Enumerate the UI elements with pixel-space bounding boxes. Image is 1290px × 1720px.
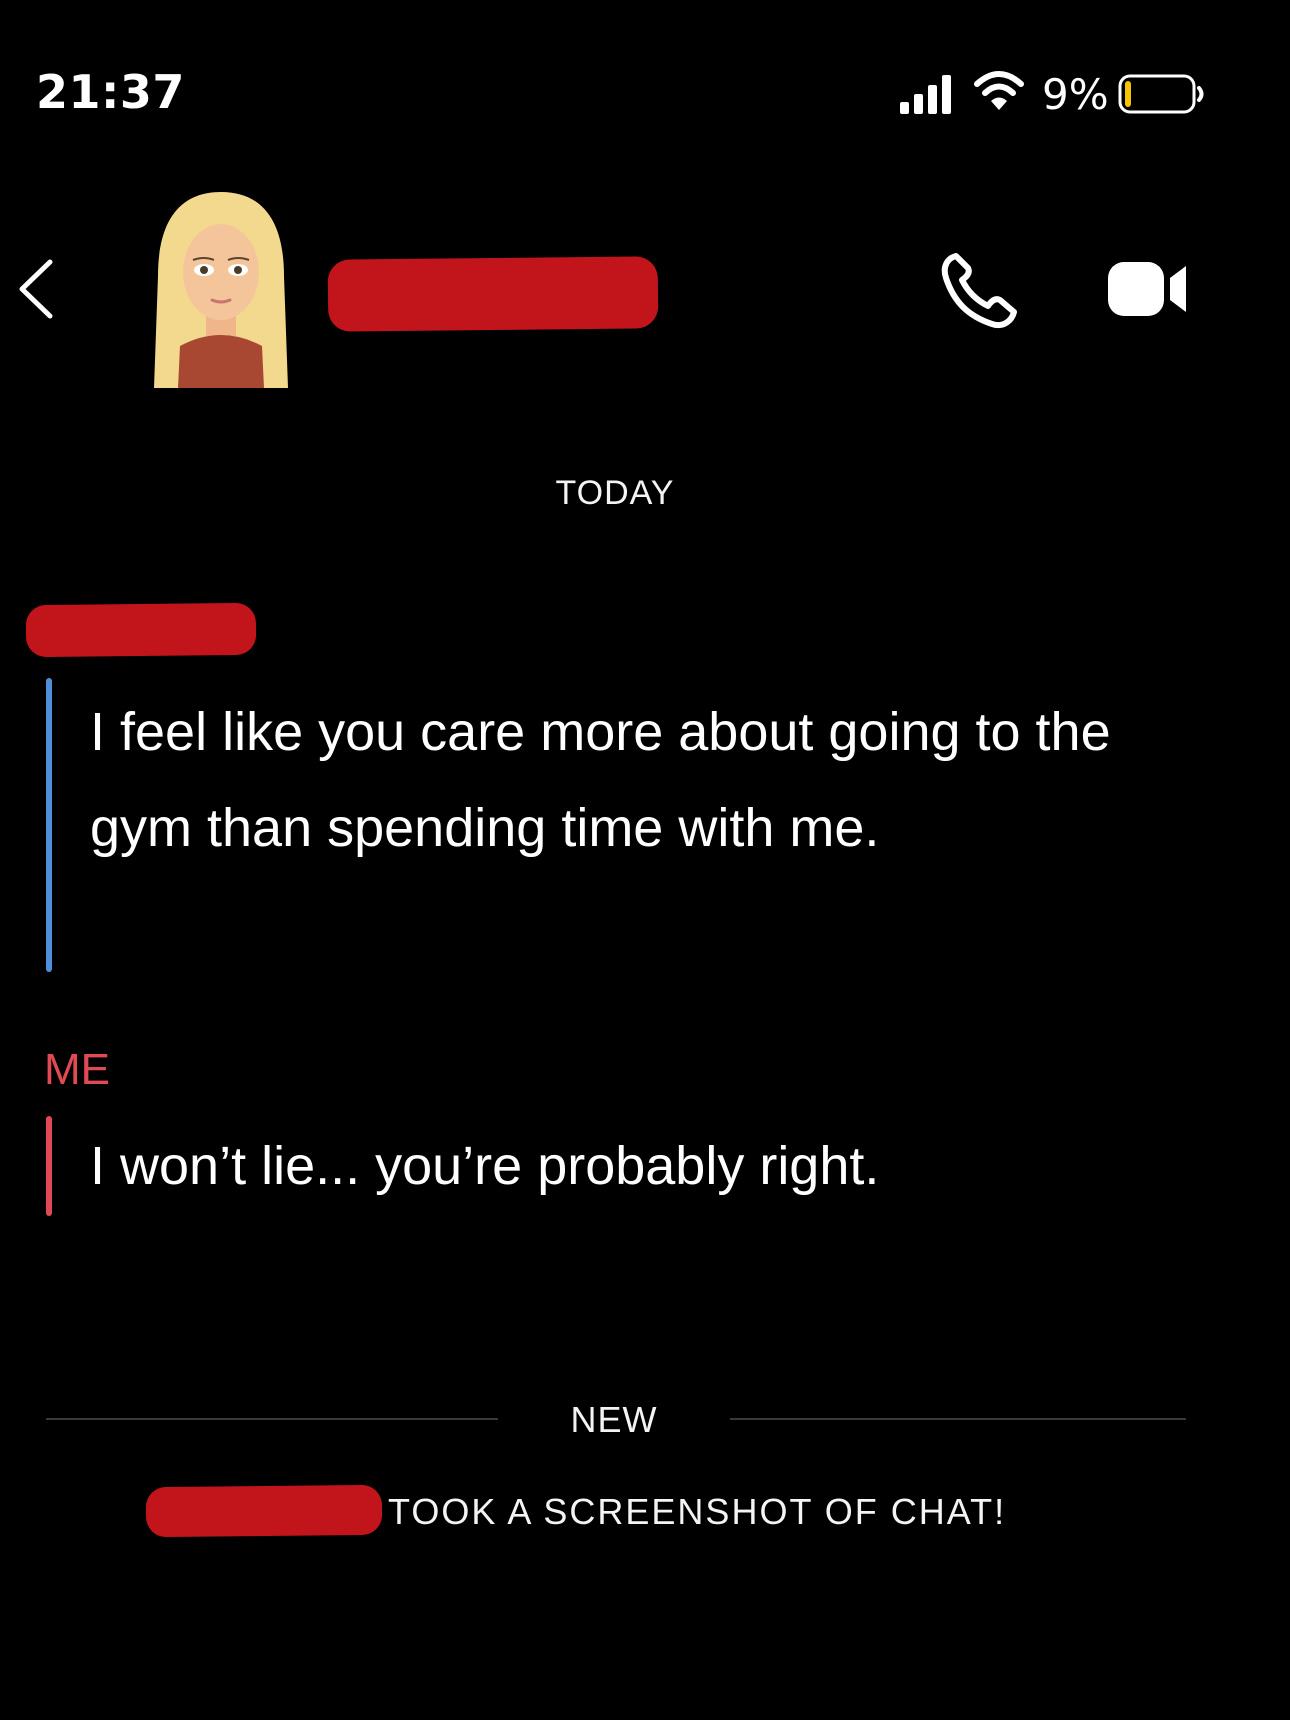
- day-separator: TODAY: [555, 474, 675, 512]
- screenshot-notice: TOOK A SCREENSHOT OF CHAT!: [388, 1491, 1007, 1532]
- screenshot-user-redaction: [145, 1484, 383, 1538]
- battery-icon: [1118, 74, 1204, 114]
- phone-icon[interactable]: [938, 250, 1018, 330]
- chat-message-me[interactable]: I won’t lie... you’re probably right.: [90, 1118, 1130, 1214]
- avatar[interactable]: [148, 186, 294, 388]
- new-divider-right: [730, 1418, 1186, 1420]
- back-chevron-icon[interactable]: [14, 256, 60, 322]
- battery-percentage: 9%: [1042, 70, 1109, 119]
- status-time: 21:37: [36, 65, 185, 119]
- contact-name-redaction: [327, 256, 659, 332]
- new-separator: NEW: [570, 1399, 658, 1440]
- sender-name-redaction: [25, 602, 257, 658]
- my-message-accent-bar: [46, 1116, 52, 1216]
- video-camera-icon[interactable]: [1106, 258, 1188, 320]
- chat-message-friend[interactable]: I feel like you care more about going to…: [90, 684, 1130, 876]
- friend-message-accent-bar: [46, 678, 52, 972]
- cellular-signal-icon: [900, 75, 951, 114]
- wifi-icon: [974, 71, 1024, 110]
- new-divider-left: [46, 1418, 498, 1420]
- sender-label-me: ME: [44, 1045, 110, 1094]
